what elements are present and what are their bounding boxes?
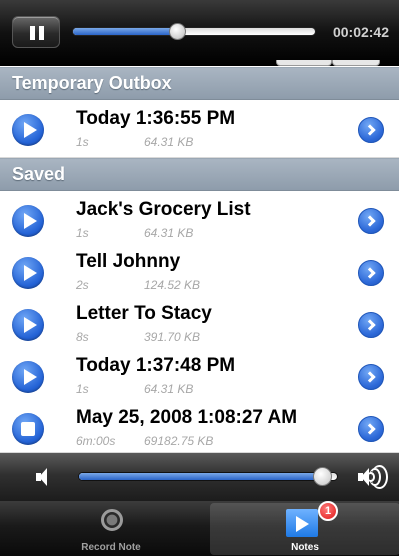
chevron-right-icon — [364, 124, 376, 136]
volume-knob[interactable] — [312, 467, 332, 486]
tab-bar: Record Note 1 Notes — [0, 501, 399, 556]
item-size: 391.70 KB — [144, 330, 201, 344]
item-title: Jack's Grocery List — [76, 199, 251, 220]
section-header-saved: Saved — [0, 158, 399, 191]
list-item[interactable]: Letter To Stacy 8s 391.70 KB — [0, 295, 399, 353]
chevron-right-icon — [364, 215, 376, 227]
item-title: Today 1:36:55 PM — [76, 108, 236, 129]
playback-progress-slider[interactable] — [72, 23, 316, 40]
item-duration: 1s — [76, 135, 89, 149]
disclosure-button[interactable] — [358, 208, 384, 234]
list-item[interactable]: Today 1:37:48 PM 1s 64.31 KB — [0, 347, 399, 405]
volume-slider[interactable] — [78, 467, 338, 486]
playback-bar: 00:02:42 — [0, 0, 399, 66]
item-duration: 1s — [76, 382, 89, 396]
tab-label: Record Note — [81, 542, 141, 553]
list-item[interactable]: May 25, 2008 1:08:27 AM 6m:00s 69182.75 … — [0, 399, 399, 453]
list-item[interactable]: Tell Johnny 2s 124.52 KB — [0, 243, 399, 301]
item-size: 64.31 KB — [144, 226, 194, 240]
list-item[interactable]: Jack's Grocery List 1s 64.31 KB — [0, 191, 399, 249]
play-icon[interactable] — [12, 205, 44, 237]
disclosure-button[interactable] — [358, 312, 384, 338]
segmented-control-peek[interactable] — [332, 60, 380, 66]
item-title: Tell Johnny — [76, 251, 181, 272]
item-size: 69182.75 KB — [144, 434, 214, 448]
disclosure-button[interactable] — [358, 117, 384, 143]
volume-fill — [79, 473, 322, 480]
play-icon[interactable] — [12, 309, 44, 341]
disclosure-button[interactable] — [358, 416, 384, 442]
tab-notes[interactable]: 1 Notes — [210, 501, 399, 555]
section-header-temporary-outbox: Temporary Outbox — [0, 67, 399, 100]
volume-bar — [0, 453, 399, 501]
item-duration: 2s — [76, 278, 89, 292]
notes-icon — [286, 509, 318, 537]
item-size: 64.31 KB — [144, 382, 194, 396]
elapsed-time: 00:02:42 — [332, 24, 389, 40]
list-item[interactable]: Today 1:36:55 PM 1s 64.31 KB — [0, 100, 399, 158]
notification-badge: 1 — [318, 501, 338, 521]
item-title: Today 1:37:48 PM — [76, 355, 236, 376]
disclosure-button[interactable] — [358, 260, 384, 286]
item-title: May 25, 2008 1:08:27 AM — [76, 407, 298, 428]
pause-button[interactable] — [12, 16, 60, 48]
chevron-right-icon — [364, 371, 376, 383]
pause-icon — [30, 26, 35, 40]
chevron-right-icon — [364, 267, 376, 279]
item-size: 124.52 KB — [144, 278, 201, 292]
volume-high-icon — [358, 465, 392, 489]
playback-progress-fill — [73, 28, 178, 35]
item-duration: 6m:00s — [76, 434, 116, 448]
item-size: 64.31 KB — [144, 135, 194, 149]
tab-record-note[interactable]: Record Note — [16, 503, 206, 555]
segmented-control-peek[interactable] — [276, 60, 332, 66]
stop-icon[interactable] — [12, 413, 44, 445]
item-duration: 8s — [76, 330, 89, 344]
volume-low-icon — [36, 467, 47, 487]
play-icon[interactable] — [12, 114, 44, 146]
item-duration: 1s — [76, 226, 89, 240]
chevron-right-icon — [364, 423, 376, 435]
chevron-right-icon — [364, 319, 376, 331]
item-title: Letter To Stacy — [76, 303, 212, 324]
record-icon — [101, 509, 123, 531]
playback-progress-knob[interactable] — [169, 23, 187, 40]
play-icon[interactable] — [12, 257, 44, 289]
play-icon[interactable] — [12, 361, 44, 393]
tab-label: Notes — [291, 542, 319, 553]
disclosure-button[interactable] — [358, 364, 384, 390]
